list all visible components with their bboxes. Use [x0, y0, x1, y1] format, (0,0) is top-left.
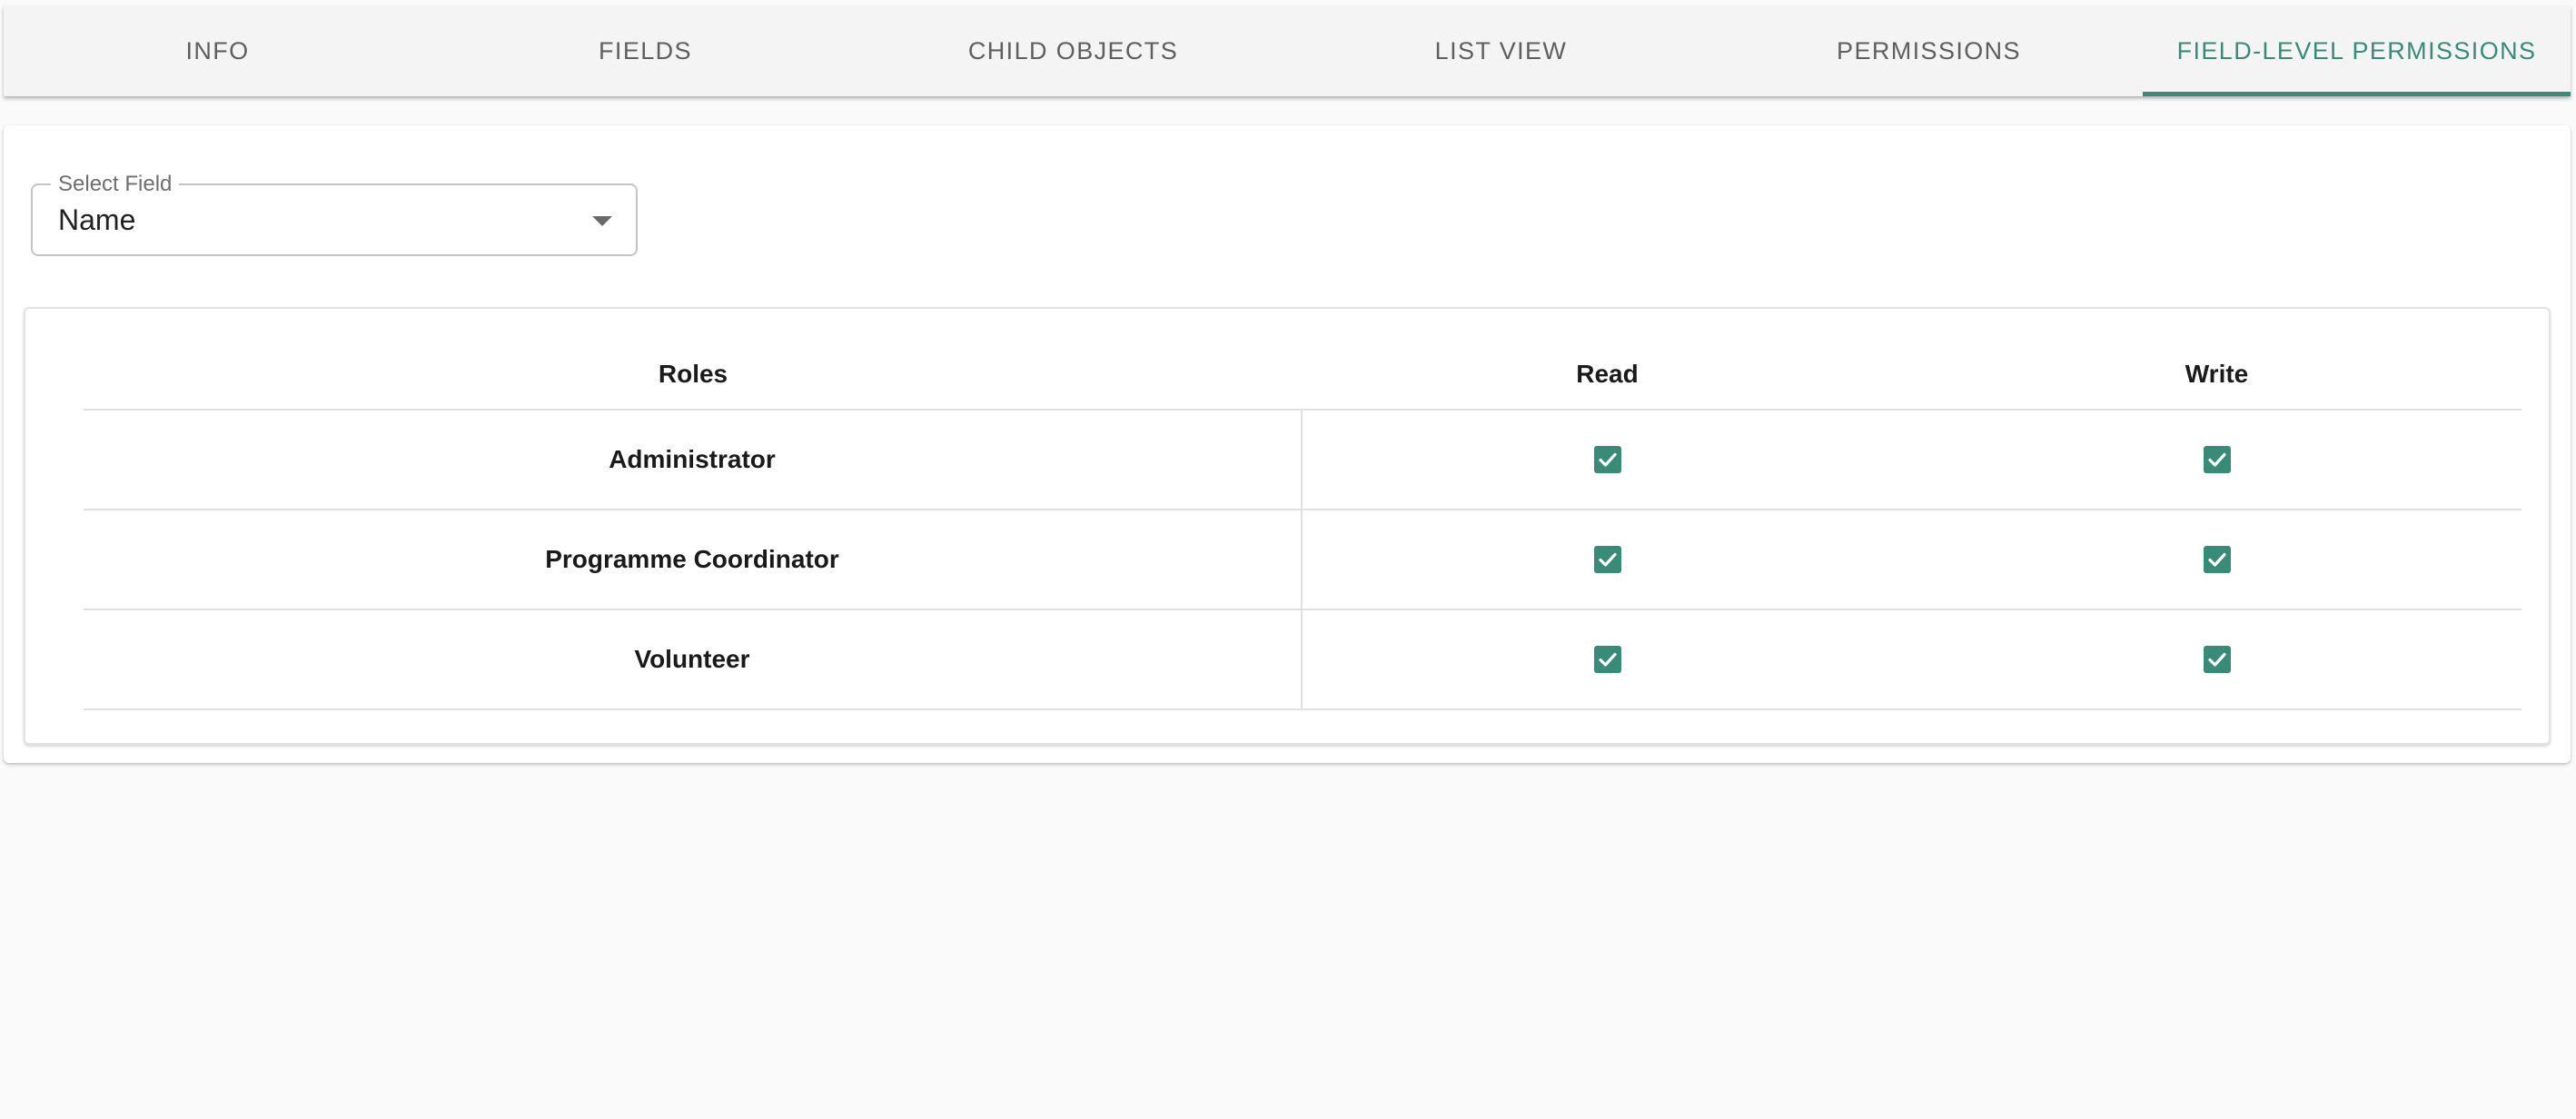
read-checkbox[interactable]: [1593, 446, 1621, 473]
read-cell: [1303, 510, 1912, 609]
read-checkbox[interactable]: [1593, 546, 1621, 573]
table-header-row: Roles Read Write: [84, 340, 2522, 411]
role-name: Administrator: [84, 411, 1303, 509]
table-row: Administrator: [84, 411, 2522, 510]
write-cell: [1912, 411, 2522, 509]
read-column-header: Read: [1576, 360, 1639, 388]
select-field-value: Name: [58, 203, 136, 236]
roles-column-header: Roles: [658, 360, 728, 388]
tab-info[interactable]: INFO: [4, 5, 431, 96]
checkmark-icon: [1598, 552, 1617, 567]
tab-field-level-permissions[interactable]: FIELD-LEVEL PERMISSIONS: [2143, 5, 2571, 96]
role-name: Programme Coordinator: [84, 510, 1303, 609]
tab-list-view[interactable]: LIST VIEW: [1287, 5, 1715, 96]
tab-permissions[interactable]: PERMISSIONS: [1715, 5, 2143, 96]
write-column-header: Write: [2185, 360, 2249, 388]
tab-bar: INFO FIELDS CHILD OBJECTS LIST VIEW PERM…: [4, 5, 2571, 96]
field-permissions-panel: Select Field Name Roles Read Write Admin…: [4, 125, 2571, 763]
checkmark-icon: [1598, 652, 1617, 667]
read-cell: [1303, 411, 1912, 509]
select-field-label: Select Field: [51, 172, 180, 197]
permissions-table: Roles Read Write Administrator Programme…: [84, 340, 2522, 710]
write-checkbox[interactable]: [2203, 446, 2231, 473]
role-name: Volunteer: [84, 610, 1303, 708]
select-field-dropdown[interactable]: Select Field Name: [31, 172, 638, 256]
arrow-drop-down-icon[interactable]: [592, 216, 612, 226]
write-checkbox[interactable]: [2203, 546, 2231, 573]
tab-fields[interactable]: FIELDS: [431, 5, 859, 96]
table-row: Programme Coordinator: [84, 510, 2522, 610]
read-cell: [1303, 610, 1912, 708]
read-checkbox[interactable]: [1593, 646, 1621, 673]
checkmark-icon: [2207, 452, 2226, 467]
write-checkbox[interactable]: [2203, 646, 2231, 673]
checkmark-icon: [2207, 652, 2226, 667]
checkmark-icon: [1598, 452, 1617, 467]
permissions-table-card: Roles Read Write Administrator Programme…: [24, 307, 2551, 745]
tab-child-objects[interactable]: CHILD OBJECTS: [859, 5, 1287, 96]
checkmark-icon: [2207, 552, 2226, 567]
table-row: Volunteer: [84, 610, 2522, 710]
write-cell: [1912, 610, 2522, 708]
write-cell: [1912, 510, 2522, 609]
